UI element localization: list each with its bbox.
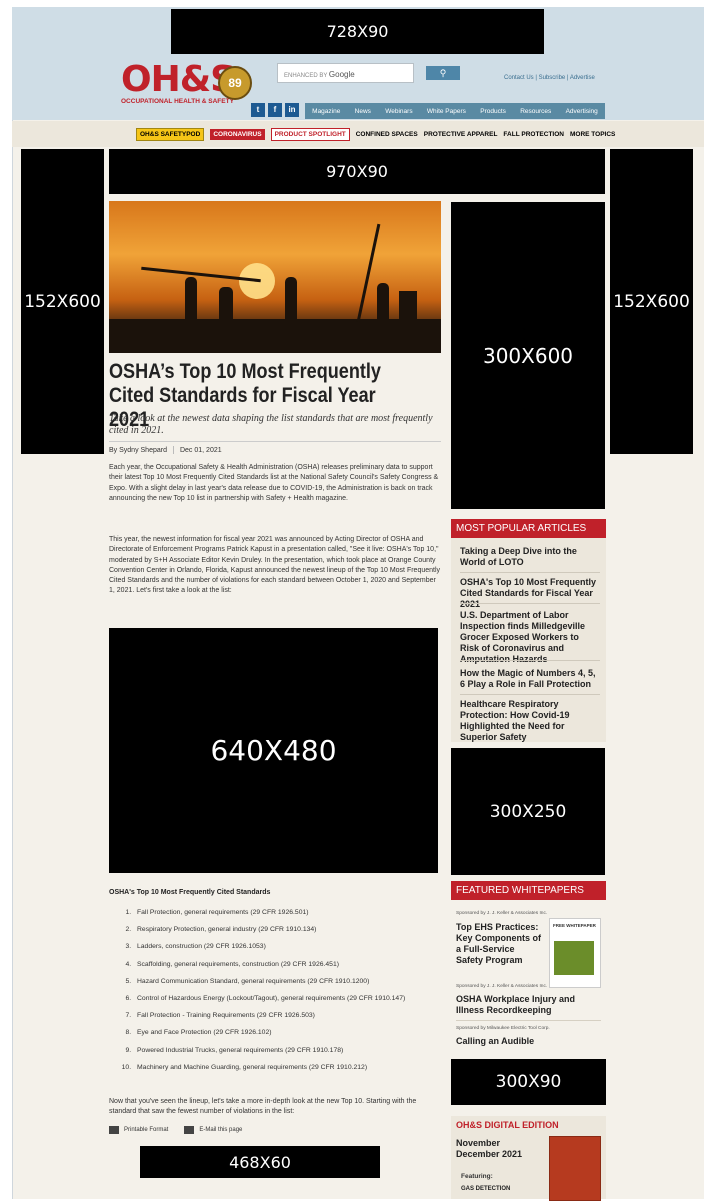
worker-silhouette-1 (185, 277, 197, 321)
popular-article-link[interactable]: Taking a Deep Dive into the World of LOT… (460, 546, 600, 568)
article-deck: Take a look at the newest data shaping t… (109, 413, 433, 436)
article-tools: Printable Format E-Mail this page (109, 1126, 242, 1134)
silhouette-ground (109, 319, 441, 353)
author[interactable]: By Sydny Shepard (109, 447, 167, 454)
list-item: Fall Protection - Training Requirements … (133, 1011, 463, 1021)
list-item: Machinery and Machine Guarding, general … (133, 1063, 463, 1073)
divider (460, 572, 600, 573)
paragraph-2: This year, the newest information for fi… (109, 536, 441, 595)
list-item: Scaffolding, general requirements, const… (133, 960, 463, 970)
worker-silhouette-4 (377, 283, 389, 323)
email-icon (184, 1126, 195, 1134)
search-button[interactable]: ⚲ (426, 66, 460, 80)
list-item: Eye and Face Protection (29 CFR 1926.102… (133, 1028, 463, 1038)
list-title: OSHA's Top 10 Most Frequently Cited Stan… (109, 889, 271, 896)
printer-icon (109, 1126, 119, 1134)
twitter-icon[interactable]: t (251, 103, 265, 117)
email-label: E-Mail this page (199, 1127, 243, 1133)
sponsor-label: Sponsored by Milwaukee Electric Tool Cor… (456, 1026, 550, 1031)
topic-product-spotlight[interactable]: PRODUCT SPOTLIGHT (270, 128, 350, 141)
feature-item: GAS DETECTION (461, 1186, 511, 1192)
magazine-cover-image[interactable] (549, 1136, 601, 1201)
featuring-label: Featuring: (461, 1173, 493, 1180)
list-item: Powered Industrial Trucks, general requi… (133, 1046, 463, 1056)
ad-leaderboard[interactable]: 728X90 (171, 9, 544, 54)
divider (109, 441, 441, 442)
publish-date: Dec 01, 2021 (179, 446, 222, 454)
top-links[interactable]: Contact Us | Subscribe | Advertise (504, 75, 595, 81)
nav-products[interactable]: Products (480, 108, 506, 115)
site-logo[interactable]: OH&S OCCUPATIONAL HEALTH & SAFETY 89 (118, 60, 252, 110)
popular-article-link[interactable]: U.S. Department of Labor Inspection find… (460, 610, 600, 665)
divider (456, 1020, 601, 1021)
ad-skyscraper-left[interactable]: 152X600 (21, 149, 104, 454)
whitepaper-link[interactable]: Calling an Audible (456, 1036, 601, 1047)
nav-advertising[interactable]: Advertising (566, 108, 598, 115)
sponsor-label: Sponsored by J. J. Keller & Associates I… (456, 911, 548, 916)
list-item: Control of Hazardous Energy (Lockout/Tag… (133, 994, 463, 1004)
logo-tagline: OCCUPATIONAL HEALTH & SAFETY (121, 98, 234, 105)
anniversary-badge-icon: 89 (218, 66, 252, 100)
topic-fall-protection[interactable]: FALL PROTECTION (503, 131, 564, 138)
ad-footer-banner[interactable]: 468X60 (140, 1146, 380, 1178)
ad-half-page[interactable]: 300X600 (451, 202, 605, 509)
whitepapers-box: Sponsored by J. J. Keller & Associates I… (451, 900, 606, 1052)
divider (460, 694, 600, 695)
sponsor-label: Sponsored by J. J. Keller & Associates I… (456, 984, 548, 989)
byline: By Sydny Shepard Dec 01, 2021 (109, 446, 222, 454)
cover-label: FREE WHITEPAPER (553, 923, 596, 928)
search-input[interactable]: ENHANCED BY Google (277, 63, 414, 83)
popular-article-link[interactable]: Healthcare Respiratory Protection: How C… (460, 699, 600, 743)
nav-white-papers[interactable]: White Papers (427, 108, 466, 115)
main-nav: Magazine News Webinars White Papers Prod… (305, 103, 605, 119)
list-item: Hazard Communication Standard, general r… (133, 977, 463, 987)
topic-protective-apparel[interactable]: PROTECTIVE APPAREL (424, 131, 498, 138)
silhouette-tower (399, 291, 417, 321)
topic-safetypod[interactable]: OH&S SAFETYPOD (136, 128, 205, 141)
nav-magazine[interactable]: Magazine (312, 108, 340, 115)
divider (460, 603, 600, 604)
facebook-icon[interactable]: f (268, 103, 282, 117)
list-item: Fall Protection, general requirements (2… (133, 908, 463, 918)
print-link[interactable]: Printable Format (109, 1126, 168, 1134)
nav-webinars[interactable]: Webinars (385, 108, 412, 115)
digital-edition-box: OH&S DIGITAL EDITION November December 2… (451, 1116, 606, 1201)
worker-silhouette-3 (285, 277, 297, 323)
topic-confined-spaces[interactable]: CONFINED SPACES (356, 131, 418, 138)
email-link[interactable]: E-Mail this page (184, 1126, 242, 1134)
search-placeholder: ENHANCED BY (284, 73, 328, 79)
ad-small-banner[interactable]: 300X90 (451, 1059, 606, 1105)
topic-more[interactable]: MORE TOPICS (570, 131, 615, 138)
paragraph-1: Each year, the Occupational Safety & Hea… (109, 464, 439, 502)
ad-skyscraper-right[interactable]: 152X600 (610, 149, 693, 454)
linkedin-icon[interactable]: in (285, 103, 299, 117)
whitepapers-heading: FEATURED WHITEPAPERS (451, 881, 606, 900)
worker-silhouette-2 (219, 287, 233, 323)
whitepaper-link[interactable]: Top EHS Practices: Key Components of a F… (456, 922, 544, 966)
search-icon: ⚲ (439, 68, 447, 78)
most-popular-heading: MOST POPULAR ARTICLES (451, 519, 606, 538)
list-item: Ladders, construction (29 CFR 1926.1053) (133, 942, 463, 952)
ad-medium-rectangle[interactable]: 300X250 (451, 748, 605, 875)
topics-nav: OH&S SAFETYPOD CORONAVIRUS PRODUCT SPOTL… (136, 128, 615, 141)
cover-art (554, 941, 594, 975)
search-brand: Google (328, 70, 355, 79)
ad-billboard[interactable]: 970X90 (109, 149, 605, 194)
divider (460, 660, 600, 661)
nav-resources[interactable]: Resources (520, 108, 551, 115)
ad-content[interactable]: 640X480 (109, 628, 438, 873)
whitepaper-cover-image[interactable]: FREE WHITEPAPER (549, 918, 601, 988)
popular-article-link[interactable]: How the Magic of Numbers 4, 5, 6 Play a … (460, 668, 600, 690)
nav-news[interactable]: News (355, 108, 371, 115)
paragraph-3: Now that you've seen the lineup, let's t… (109, 1098, 417, 1116)
whitepaper-link[interactable]: OSHA Workplace Injury and Illness Record… (456, 994, 601, 1016)
issue-title[interactable]: November December 2021 (456, 1138, 541, 1160)
print-label: Printable Format (124, 1127, 169, 1133)
popular-article-link[interactable]: OSHA's Top 10 Most Frequently Cited Stan… (460, 577, 600, 610)
list-item: Respiratory Protection, general industry… (133, 925, 463, 935)
hero-image (109, 201, 441, 353)
standards-list: Fall Protection, general requirements (2… (109, 908, 463, 1080)
digital-edition-heading: OH&S DIGITAL EDITION (456, 1120, 559, 1130)
topic-coronavirus[interactable]: CORONAVIRUS (210, 129, 265, 140)
